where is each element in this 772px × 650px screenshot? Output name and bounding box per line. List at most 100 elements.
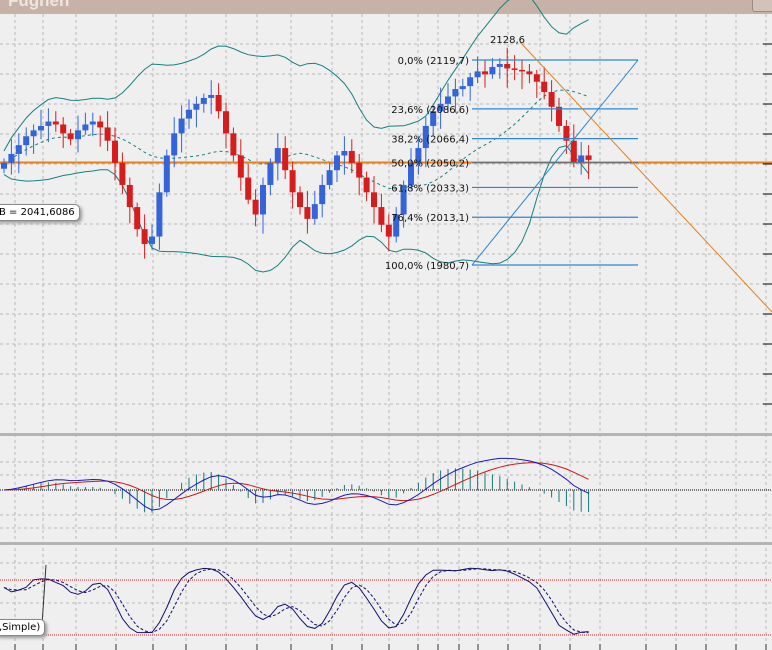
candle-bearish bbox=[356, 162, 363, 178]
candle-bullish bbox=[260, 184, 266, 215]
candle-bearish bbox=[556, 106, 562, 126]
panel-separator bbox=[0, 542, 772, 545]
candle-bullish bbox=[452, 89, 459, 97]
candle-bearish bbox=[511, 68, 518, 70]
candle-bullish bbox=[163, 155, 170, 193]
candle-bullish bbox=[38, 125, 44, 131]
bollinger-upper-band bbox=[3, 0, 589, 152]
fib-level-label: 38,2% (2066,4) bbox=[391, 135, 469, 146]
candle-bearish bbox=[245, 177, 252, 200]
candle-bullish bbox=[171, 133, 178, 156]
fib-level-label: 23,6% (2086,6) bbox=[391, 105, 469, 116]
candle-bearish bbox=[237, 155, 244, 178]
candle-bearish bbox=[289, 170, 296, 193]
fib-price: (2119,7) bbox=[426, 56, 469, 67]
bollinger-lower-band bbox=[3, 145, 589, 273]
candle-bullish bbox=[459, 86, 466, 90]
fib-percent: 0,0% bbox=[398, 56, 427, 67]
candle-bearish bbox=[570, 140, 577, 163]
bollinger-readout-label: B = 2041,6086 bbox=[0, 204, 80, 221]
candle-bullish bbox=[474, 71, 481, 78]
fib-price: (2086,6) bbox=[426, 105, 469, 116]
candle-bearish bbox=[371, 192, 377, 208]
candle-bearish bbox=[585, 155, 592, 160]
candle-bullish bbox=[445, 96, 451, 104]
candle-bullish bbox=[178, 118, 185, 134]
fib-level-label: 76,4% (2013,1) bbox=[391, 213, 469, 224]
candle-bullish bbox=[82, 124, 89, 131]
candle-bullish bbox=[578, 155, 585, 163]
fib-percent: 61,8% bbox=[391, 183, 426, 194]
candle-bearish bbox=[533, 74, 540, 82]
candle-bearish bbox=[230, 133, 237, 156]
candle-bullish bbox=[274, 148, 281, 163]
candle-bullish bbox=[75, 130, 81, 140]
bollinger-middle-band bbox=[3, 89, 589, 190]
macd-signal-line bbox=[3, 462, 589, 502]
candle-bearish bbox=[541, 81, 548, 93]
candle-bearish bbox=[126, 184, 133, 208]
price-chart[interactable]: 0,0% (2119,7) 23,6% (2086,6) 38,2% (2066,4… bbox=[0, 0, 772, 650]
candle-bearish bbox=[112, 140, 118, 163]
candle-bullish bbox=[30, 130, 37, 137]
fib-level-label: 0,0% (2119,7) bbox=[398, 56, 469, 67]
candle-bearish bbox=[504, 64, 511, 69]
high-price-label: 2128,6 bbox=[490, 35, 525, 46]
macd-line bbox=[3, 457, 589, 511]
candle-bearish bbox=[215, 94, 222, 112]
candle-bullish bbox=[341, 151, 348, 156]
candle-bullish bbox=[208, 94, 215, 98]
candle-bullish bbox=[267, 162, 274, 185]
candle-bullish bbox=[193, 103, 200, 110]
fib-level-label: 100,0% (1980,7) bbox=[385, 261, 469, 272]
candle-bullish bbox=[489, 66, 496, 75]
candle-bearish bbox=[378, 207, 385, 225]
stochastic-d-line bbox=[3, 568, 589, 634]
candle-bearish bbox=[252, 199, 259, 215]
candle-bullish bbox=[319, 184, 326, 205]
candle-bearish bbox=[482, 71, 488, 75]
candle-bullish bbox=[23, 136, 30, 146]
fib-price: (2033,3) bbox=[426, 183, 469, 194]
candle-bullish bbox=[89, 121, 96, 125]
fib-percent: 100,0% bbox=[385, 261, 426, 272]
candle-bullish bbox=[326, 170, 333, 185]
candle-bearish bbox=[282, 148, 289, 171]
candle-bullish bbox=[186, 109, 192, 119]
stochastic-k-line bbox=[3, 567, 589, 635]
candle-bearish bbox=[363, 177, 370, 193]
candle-bearish bbox=[297, 192, 303, 208]
fib-percent: 23,6% bbox=[391, 105, 426, 116]
candle-bullish bbox=[334, 155, 340, 171]
candle-bearish bbox=[304, 207, 311, 219]
candle-bearish bbox=[119, 162, 126, 185]
candle-bearish bbox=[526, 71, 533, 75]
candle-bearish bbox=[141, 229, 148, 244]
candle-bearish bbox=[52, 121, 59, 125]
fib-percent: 76,4% bbox=[391, 213, 426, 224]
candle-bullish bbox=[45, 121, 52, 126]
candle-bearish bbox=[223, 111, 229, 134]
candle-bearish bbox=[104, 127, 111, 141]
candle-bearish bbox=[348, 151, 355, 163]
panel-separator bbox=[0, 433, 772, 436]
stochastic-readout-label: ,Simple) bbox=[0, 619, 46, 636]
candle-bullish bbox=[8, 153, 15, 163]
fib-percent: 50,0% bbox=[391, 159, 426, 170]
candle-bearish bbox=[519, 69, 525, 72]
candle-bullish bbox=[311, 204, 318, 219]
fib-price: (2013,1) bbox=[426, 213, 469, 224]
fib-price: (2050,2) bbox=[426, 159, 469, 170]
fib-level-label: 50,0% (2050,2) bbox=[391, 159, 469, 170]
candle-bullish bbox=[496, 64, 503, 67]
candle-bullish bbox=[1, 162, 7, 169]
candle-bullish bbox=[200, 97, 207, 104]
candle-bearish bbox=[60, 124, 67, 134]
candle-bearish bbox=[134, 207, 141, 230]
candle-bullish bbox=[467, 77, 474, 87]
candle-bullish bbox=[15, 145, 22, 154]
candle-bearish bbox=[385, 224, 392, 237]
candle-bearish bbox=[67, 133, 74, 140]
fib-price: (2066,4) bbox=[426, 135, 469, 146]
candle-bearish bbox=[97, 121, 104, 128]
